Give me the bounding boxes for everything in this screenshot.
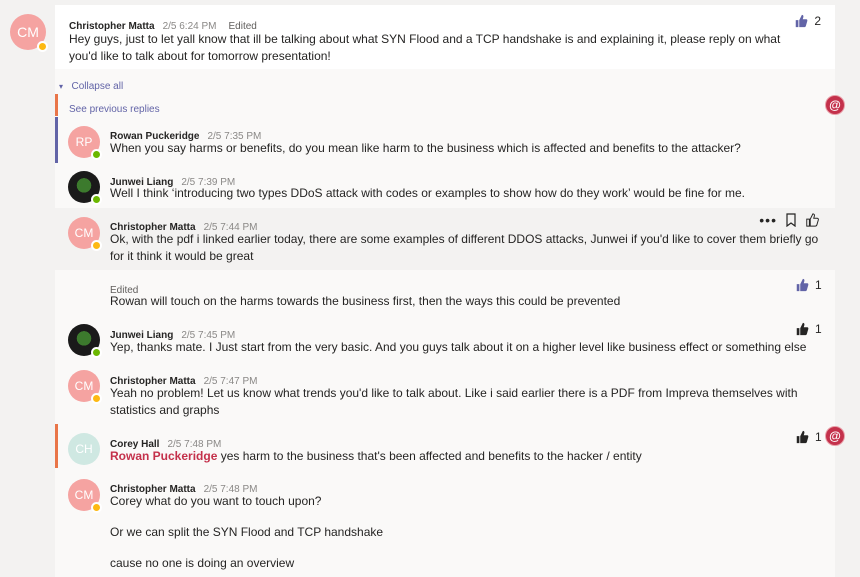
mention-link[interactable]: Rowan Puckeridge <box>110 449 217 463</box>
message-text: Well I think ‘introducing two types DDoS… <box>110 186 745 200</box>
avatar-initials: CM <box>74 488 94 502</box>
collapse-all-button[interactable]: ▾ Collapse all <box>59 76 123 94</box>
see-previous-replies-link[interactable]: See previous replies <box>69 99 160 117</box>
avatar-initials: RP <box>75 135 93 149</box>
status-away-icon <box>37 41 48 52</box>
like-count: 1 <box>815 430 822 444</box>
message-text: Hey guys, just to let yall know that ill… <box>69 32 781 63</box>
root-message: Christopher Matta 2/5 6:24 PM Edited Hey g… <box>55 5 835 69</box>
message-text: Ok, with the pdf i linked earlier today,… <box>110 232 819 263</box>
like-icon[interactable] <box>805 213 819 227</box>
chevron-down-icon: ▾ <box>59 82 64 91</box>
message-body: yes harm to the business that's been aff… <box>217 449 642 463</box>
bookmark-icon[interactable] <box>785 213 797 227</box>
avatar[interactable]: CM <box>68 479 102 513</box>
message-text: Yep, thanks mate. I Just start from the … <box>110 340 807 354</box>
message-text: When you say harms or benefits, do you m… <box>110 141 741 155</box>
like-count: 1 <box>815 278 822 292</box>
thumbs-up-icon <box>796 14 808 28</box>
status-online-icon <box>91 194 102 205</box>
message-text: cause no one is doing an overview <box>110 556 295 570</box>
thumbs-up-icon <box>796 278 809 292</box>
avatar[interactable]: CM <box>10 14 48 52</box>
thumbs-up-icon <box>796 322 809 336</box>
see-previous-label: See previous replies <box>69 104 160 115</box>
status-online-icon <box>91 347 102 358</box>
avatar[interactable]: RP <box>68 126 102 160</box>
status-online-icon <box>91 149 102 160</box>
avatar[interactable]: CM <box>68 217 102 251</box>
message-text: Or we can split the SYN Flood and TCP ha… <box>110 525 384 539</box>
avatar[interactable]: CM <box>68 370 102 404</box>
unread-bar <box>55 117 58 163</box>
more-options-icon[interactable]: ••• <box>759 212 777 228</box>
mention-badge[interactable]: @ <box>825 426 845 446</box>
avatar[interactable]: CH <box>68 433 100 465</box>
status-away-icon <box>91 240 102 251</box>
avatar-initials: CM <box>17 24 39 40</box>
mention-bar <box>55 424 58 468</box>
avatar-initials: CM <box>74 226 94 240</box>
message-text: Rowan Puckeridge yes harm to the busines… <box>110 448 810 465</box>
message-text: Yeah no problem! Let us know what trends… <box>110 386 798 417</box>
collapse-all-label: Collapse all <box>71 81 124 92</box>
thumbs-up-icon <box>796 430 809 444</box>
status-away-icon <box>91 393 102 404</box>
like-reaction[interactable]: 2 <box>794 14 821 28</box>
message-text: Rowan will touch on the harms towards th… <box>110 294 621 308</box>
message-text: Corey what do you want to touch upon? <box>110 494 322 508</box>
avatar[interactable] <box>68 324 102 358</box>
avatar-initials: CM <box>74 379 94 393</box>
new-reply-bar <box>55 94 58 116</box>
avatar-initials: CH <box>75 442 93 456</box>
like-reaction[interactable]: 1 <box>795 322 846 336</box>
mention-badge[interactable]: @ <box>825 95 845 115</box>
like-count: 2 <box>814 14 821 28</box>
status-away-icon <box>91 502 102 513</box>
like-reaction[interactable]: 1 <box>795 278 846 292</box>
avatar[interactable] <box>68 171 102 205</box>
like-count: 1 <box>815 322 822 336</box>
message-actions: ••• <box>759 212 819 228</box>
